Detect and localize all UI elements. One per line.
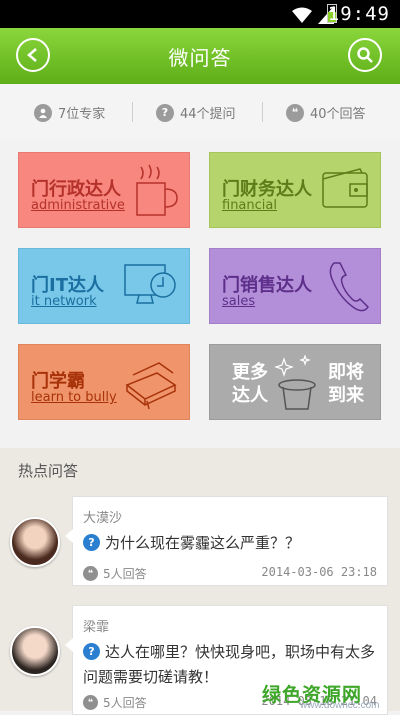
- avatar[interactable]: [10, 517, 60, 567]
- divider: [262, 102, 263, 122]
- tile-subtitle: financial: [222, 198, 277, 213]
- question-user: 大漠沙: [83, 511, 123, 526]
- search-button[interactable]: [348, 38, 382, 72]
- watermark: 绿色资源网 www.downcc.com: [262, 680, 379, 711]
- watermark-url: www.downcc.com: [300, 700, 380, 711]
- tile-subtitle: learn to bully: [31, 390, 117, 405]
- question-user: 梁霏: [83, 620, 110, 635]
- tile-subtitle: sales: [222, 294, 256, 309]
- avatar[interactable]: [10, 626, 60, 676]
- monitor-icon: [124, 264, 176, 304]
- section-title: 热点问答: [18, 462, 79, 480]
- tile-subtitle: administrative: [31, 198, 125, 213]
- category-tile-finance[interactable]: 门财务达人 financial: [209, 152, 381, 228]
- stat-experts[interactable]: 7位专家: [34, 103, 105, 122]
- question-text: ? 为什么现在雾霾这么严重？？: [83, 531, 379, 556]
- question-icon: ?: [156, 103, 174, 122]
- magic-hat-icon: [274, 355, 316, 410]
- stat-answers[interactable]: ❝ 40个回答: [286, 103, 366, 122]
- category-tile-admin[interactable]: 门行政达人 administrative: [18, 152, 190, 228]
- status-bar: 19:49: [0, 0, 400, 28]
- divider: [132, 102, 133, 122]
- stat-questions-label: 44个提问: [180, 107, 236, 122]
- stats-bar: 7位专家 ? 44个提问 ❝ 40个回答: [0, 84, 400, 140]
- question-card[interactable]: 大漠沙 ? 为什么现在雾霾这么严重？？ ❝ 5人回答 2014-03-06 23:1…: [65, 496, 388, 586]
- question-date: 2014-03-06 23:18: [261, 565, 377, 579]
- stat-answers-label: 40个回答: [310, 107, 366, 122]
- phone-icon: [329, 262, 369, 312]
- question-icon: ?: [83, 534, 100, 551]
- quote-icon: ❝: [83, 566, 98, 581]
- category-tile-learn[interactable]: 门学霸 learn to bully: [18, 344, 190, 420]
- search-icon: [357, 47, 373, 63]
- more-right-label: 即将 到来: [328, 362, 364, 406]
- category-tile-sales[interactable]: 门销售达人 sales: [209, 248, 381, 324]
- category-tile-it[interactable]: 门IT达人 it network: [18, 248, 190, 324]
- page-title: 微问答: [168, 46, 232, 70]
- stat-experts-label: 7位专家: [58, 107, 106, 122]
- stat-questions[interactable]: ? 44个提问: [156, 103, 236, 122]
- wallet-icon: [322, 168, 368, 208]
- more-left-label: 更多 达人: [232, 362, 268, 406]
- answer-count: ❝ 5人回答: [83, 694, 147, 711]
- wifi-icon: [292, 7, 312, 23]
- books-icon: [125, 362, 177, 410]
- tile-subtitle: it network: [31, 294, 97, 309]
- coffee-cup-icon: [136, 164, 178, 216]
- answer-count: ❝ 5人回答: [83, 565, 147, 582]
- question-icon: ?: [83, 643, 100, 660]
- quote-icon: ❝: [83, 695, 98, 710]
- clock: 19:49: [327, 3, 390, 25]
- quote-icon: ❝: [286, 103, 304, 122]
- app-header: 微问答: [0, 28, 400, 84]
- person-icon: [34, 103, 52, 122]
- category-tile-more[interactable]: 更多 达人 即将 到来: [209, 344, 381, 420]
